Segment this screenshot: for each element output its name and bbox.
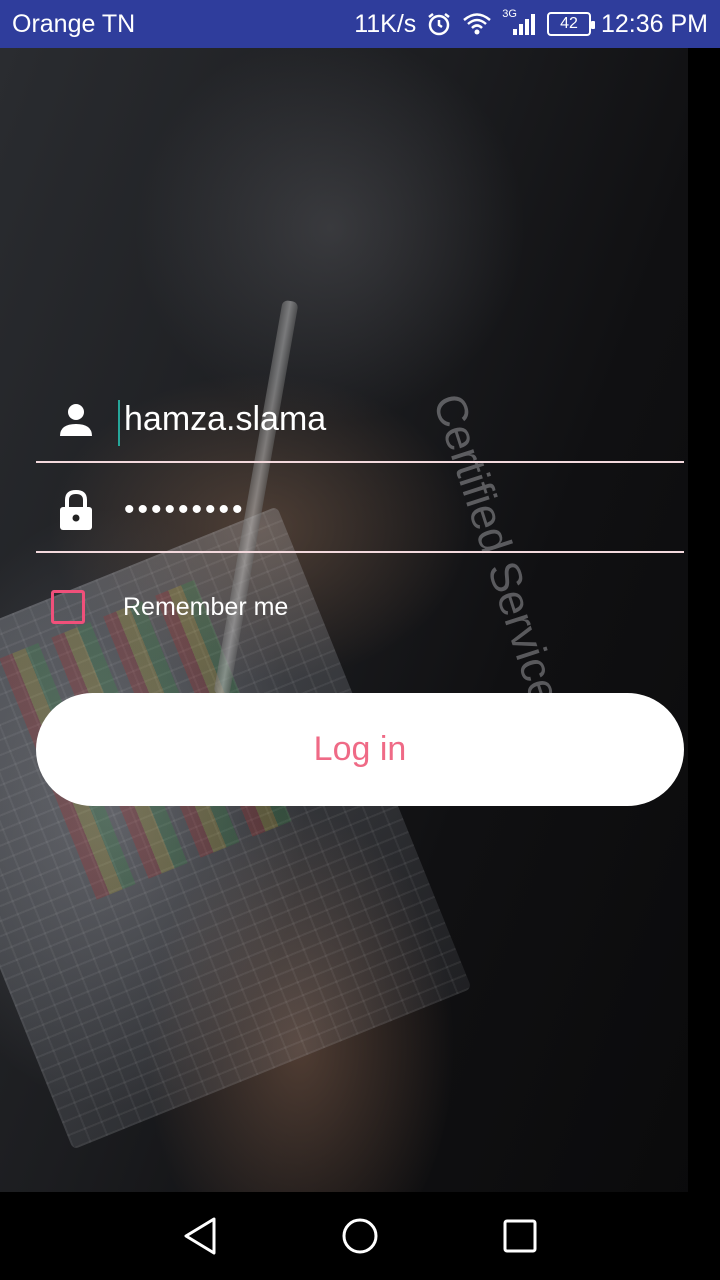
carrier-name: Orange TN <box>12 9 136 38</box>
network-type: 3G <box>502 8 517 20</box>
status-indicators: 11K/s 3G 42 12:36 PM <box>354 8 708 39</box>
lock-icon <box>36 480 116 540</box>
username-field[interactable]: hamza.slama <box>36 378 684 463</box>
battery-level: 42 <box>560 15 578 32</box>
network-speed: 11K/s <box>354 9 417 38</box>
login-button[interactable]: Log in <box>36 693 684 806</box>
home-icon[interactable] <box>335 1211 385 1261</box>
signal-icon: 3G <box>502 8 537 37</box>
text-cursor <box>118 400 120 446</box>
password-field[interactable]: ••••••••• <box>36 468 684 553</box>
battery-icon: 42 <box>546 12 595 36</box>
navigation-bar <box>0 1192 720 1280</box>
username-input[interactable]: hamza.slama <box>116 400 327 446</box>
clock: 12:36 PM <box>600 9 708 38</box>
status-bar: Orange TN 11K/s 3G 42 12:36 PM <box>0 0 720 48</box>
login-form: hamza.slama ••••••••• Remember me Log in <box>36 378 684 806</box>
remember-me-row[interactable]: Remember me <box>36 587 684 627</box>
recents-icon[interactable] <box>495 1211 545 1261</box>
person-icon <box>36 390 116 450</box>
background-edge <box>688 48 720 1192</box>
username-value: hamza.slama <box>124 400 327 438</box>
remember-me-checkbox[interactable] <box>51 590 85 624</box>
wifi-icon <box>462 12 492 36</box>
alarm-icon <box>426 11 452 37</box>
password-input[interactable]: ••••••••• <box>116 493 246 527</box>
back-icon[interactable] <box>175 1211 225 1261</box>
remember-me-label[interactable]: Remember me <box>123 593 288 622</box>
